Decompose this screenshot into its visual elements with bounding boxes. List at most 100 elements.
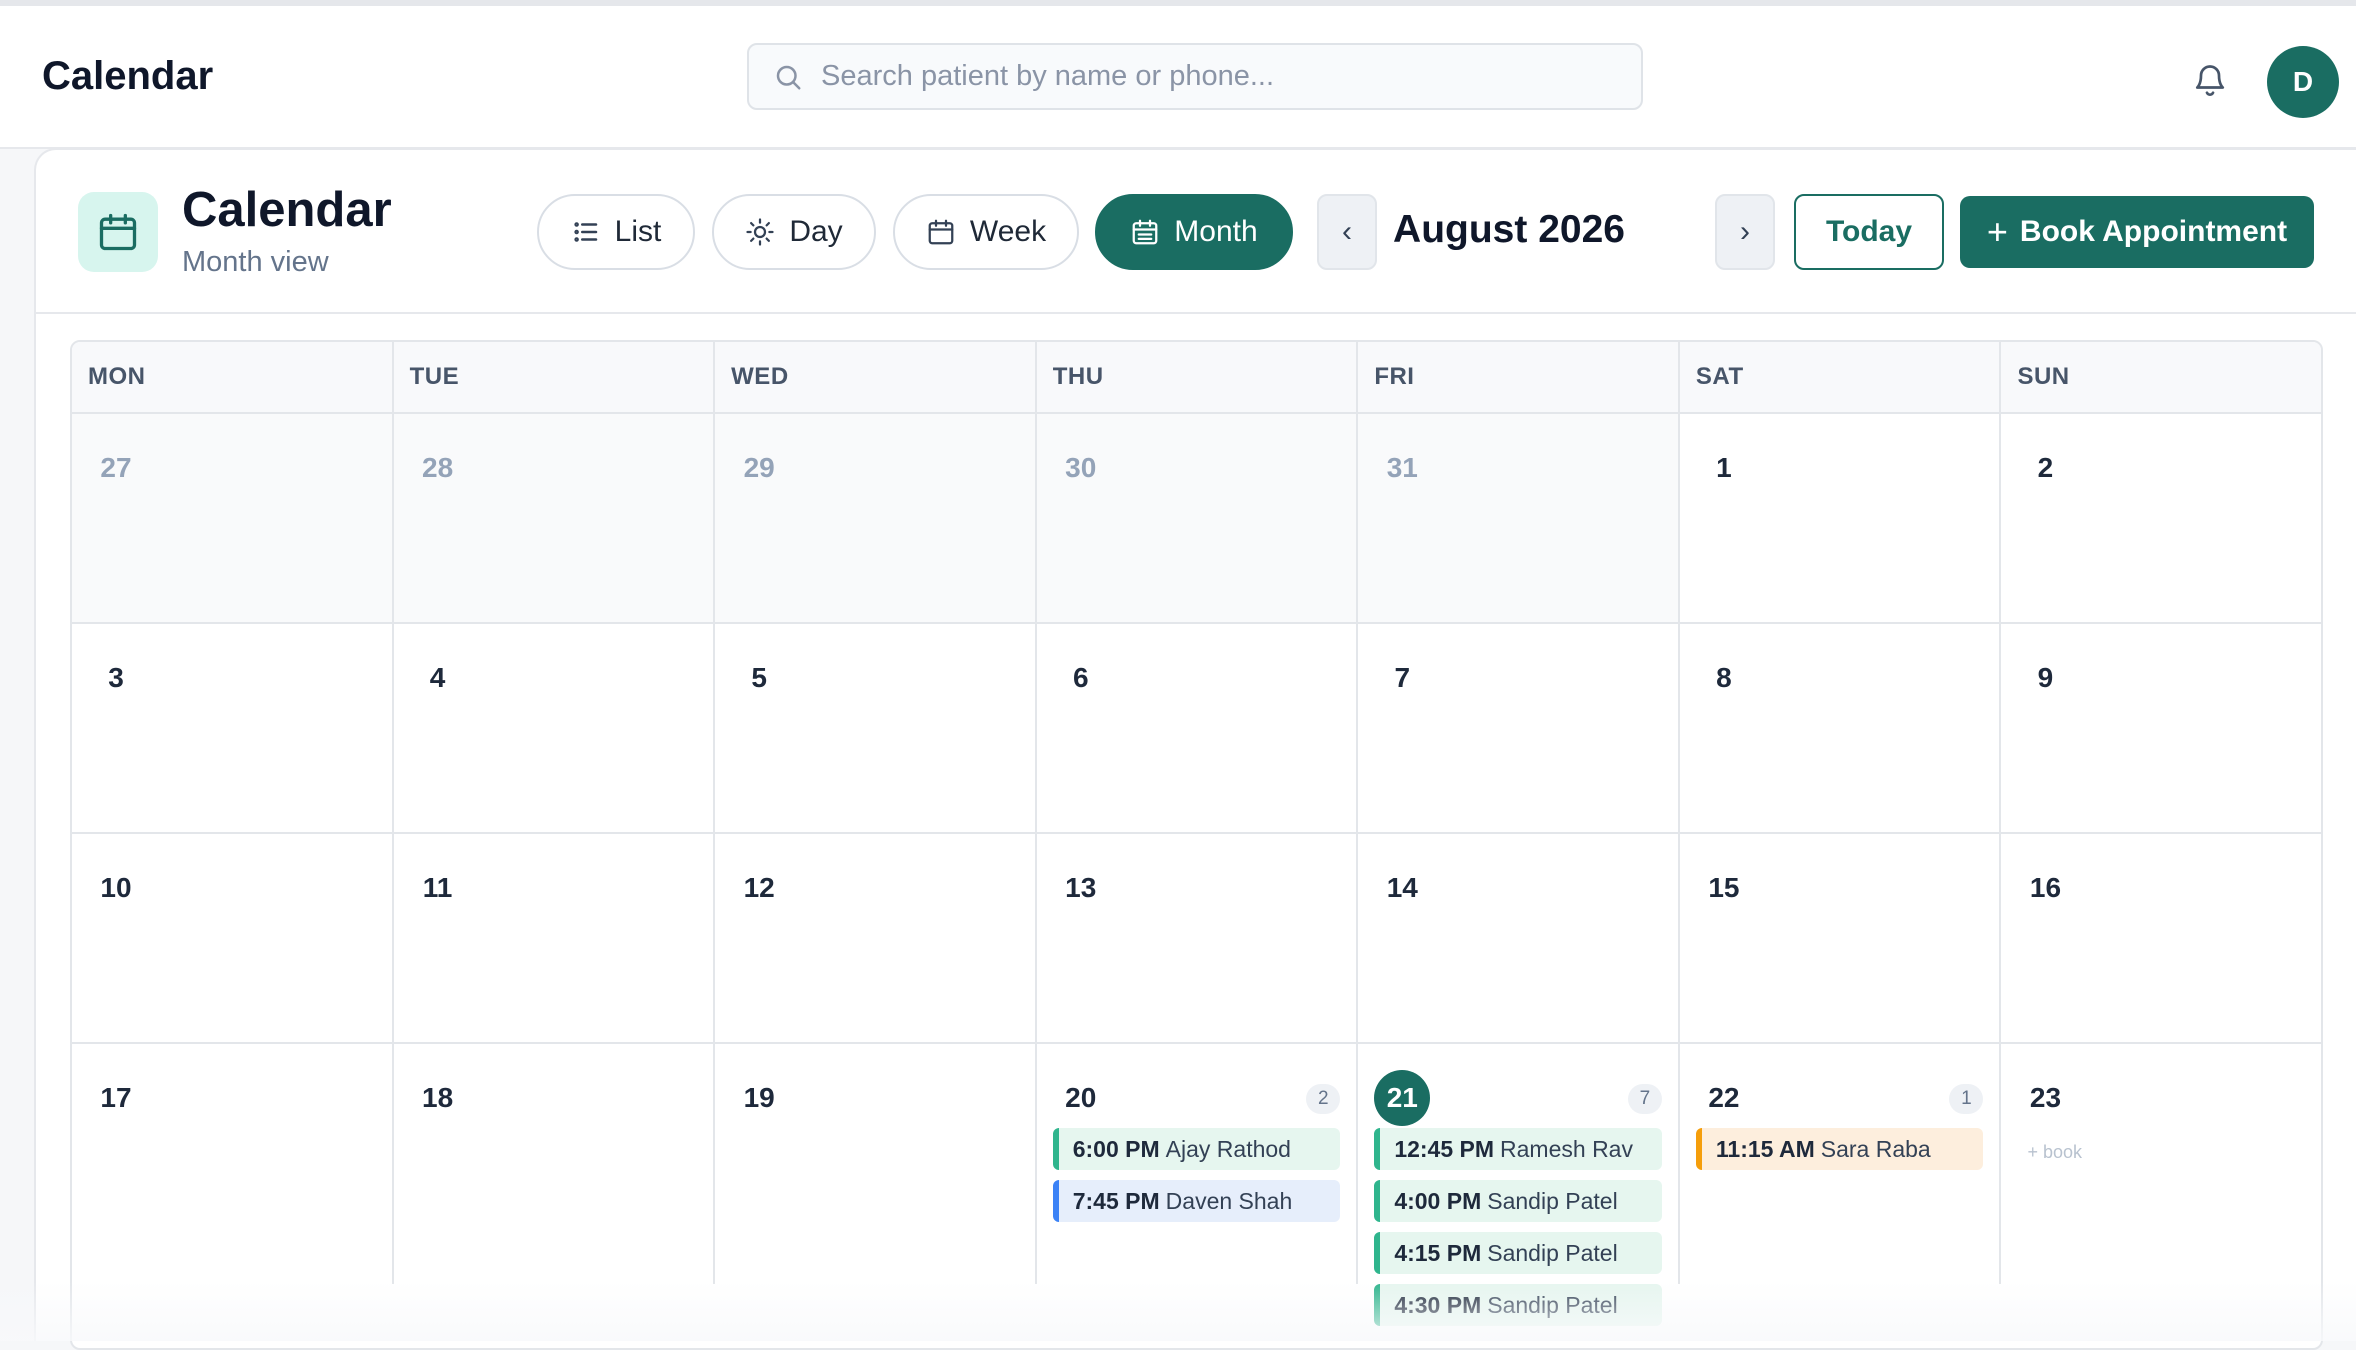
search-input[interactable] [821, 60, 1601, 93]
appointment-chip[interactable]: 7:45 PMDaven Shah [1053, 1180, 1341, 1222]
current-month-label: August 2026 [1386, 208, 1632, 252]
day-number: 17 [88, 1070, 144, 1126]
day-cell[interactable]: 19 [715, 1044, 1037, 1284]
plus-icon: + [1987, 211, 2008, 253]
day-number: 23 [2017, 1070, 2073, 1126]
weekday-label: FRI [1358, 342, 1680, 412]
user-avatar[interactable]: D [2267, 46, 2339, 118]
top-bar: Calendar D [0, 6, 2356, 149]
day-cell[interactable]: 12 [715, 834, 1037, 1042]
book-appointment-button[interactable]: + Book Appointment [1960, 196, 2314, 268]
day-cell[interactable]: 10 [72, 834, 394, 1042]
appointment-patient: Sandip Patel [1487, 1292, 1617, 1319]
view-week-label: Week [970, 215, 1046, 249]
appointment-time: 4:30 PM [1394, 1292, 1481, 1319]
appointment-chip[interactable]: 4:15 PMSandip Patel [1374, 1232, 1662, 1274]
day-cell[interactable]: 4 [394, 624, 716, 832]
day-number: 6 [1053, 650, 1109, 706]
appointment-chip[interactable]: 4:30 PMSandip Patel [1374, 1284, 1662, 1326]
calendar-icon [926, 217, 956, 247]
search-box[interactable] [747, 43, 1643, 110]
day-cell[interactable]: 31 [1358, 414, 1680, 622]
day-cell[interactable]: 20 2 6:00 PMAjay Rathod 7:45 PMDaven Shah [1037, 1044, 1359, 1284]
view-day-button[interactable]: Day [712, 194, 876, 270]
chevron-left-icon: ‹ [1342, 215, 1352, 249]
appointment-patient: Sara Raba [1821, 1136, 1931, 1163]
view-week-button[interactable]: Week [893, 194, 1079, 270]
day-number: 20 [1053, 1070, 1109, 1126]
day-cell[interactable]: 15 [1680, 834, 2002, 1042]
day-cell[interactable]: 5 [715, 624, 1037, 832]
appointment-patient: Ramesh Rav [1500, 1136, 1633, 1163]
day-number: 29 [731, 440, 787, 496]
chevron-right-icon: › [1740, 215, 1750, 249]
day-number: 2 [2017, 440, 2073, 496]
day-number: 16 [2017, 860, 2073, 916]
appointment-time: 4:00 PM [1394, 1188, 1481, 1215]
appointment-time: 4:15 PM [1394, 1240, 1481, 1267]
day-cell[interactable]: 27 [72, 414, 394, 622]
today-button[interactable]: Today [1794, 194, 1944, 270]
next-month-button[interactable]: › [1715, 194, 1775, 270]
bell-icon[interactable] [2192, 60, 2228, 100]
day-cell[interactable]: 9 [2001, 624, 2321, 832]
day-number: 3 [88, 650, 144, 706]
appointment-chip[interactable]: 6:00 PMAjay Rathod [1053, 1128, 1341, 1170]
day-cell[interactable]: 17 [72, 1044, 394, 1284]
appointment-chip[interactable]: 11:15 AMSara Raba [1696, 1128, 1984, 1170]
day-number: 19 [731, 1070, 787, 1126]
day-cell[interactable]: 22111:15 AMSara Raba [1680, 1044, 2002, 1284]
day-number: 14 [1374, 860, 1430, 916]
day-cell[interactable]: 14 [1358, 834, 1680, 1042]
view-list-button[interactable]: List [537, 194, 695, 270]
day-cell[interactable]: 30 [1037, 414, 1359, 622]
appointment-time: 7:45 PM [1073, 1188, 1160, 1215]
appointment-time: 6:00 PM [1073, 1136, 1160, 1163]
prev-month-button[interactable]: ‹ [1317, 194, 1377, 270]
sun-icon [745, 217, 775, 247]
day-cell[interactable]: 23 + book [2001, 1044, 2321, 1284]
day-cell[interactable]: 6 [1037, 624, 1359, 832]
calendar-grid-icon [1130, 217, 1160, 247]
day-cell[interactable]: 2 [2001, 414, 2321, 622]
day-number: 31 [1374, 440, 1430, 496]
search-icon [773, 62, 803, 92]
appointment-patient: Sandip Patel [1487, 1188, 1617, 1215]
page-title: Calendar [182, 182, 392, 238]
day-cell[interactable]: 29 [715, 414, 1037, 622]
week-row: 10 11 1213 14 15 16 [72, 834, 2321, 1044]
day-cell[interactable]: 7 [1358, 624, 1680, 832]
calendar-badge [78, 192, 158, 272]
list-icon [571, 217, 601, 247]
day-number: 9 [2017, 650, 2073, 706]
day-number: 11 [410, 860, 466, 916]
week-row: 27 28 29 30 31 1 2 [72, 414, 2321, 624]
day-cell[interactable]: 28 [394, 414, 716, 622]
day-cell[interactable]: 8 [1680, 624, 2002, 832]
appointment-count-badge: 2 [1306, 1084, 1340, 1114]
appointment-chip[interactable]: 4:00 PMSandip Patel [1374, 1180, 1662, 1222]
weekday-label: SAT [1680, 342, 2002, 412]
week-row: 17 18 19 20 2 6:00 PMAjay Rathod 7:45 PMDaven … [72, 1044, 2321, 1284]
day-number: 7 [1374, 650, 1430, 706]
view-month-label: Month [1174, 215, 1257, 249]
day-number: 1 [1696, 440, 1752, 496]
day-cell[interactable]: 11 [394, 834, 716, 1042]
day-cell[interactable]: 21712:45 PMRamesh Rav4:00 PMSandip Patel… [1358, 1044, 1680, 1284]
appointment-time: 11:15 AM [1716, 1136, 1815, 1163]
appointment-chip[interactable]: 12:45 PMRamesh Rav [1374, 1128, 1662, 1170]
appointment-count-badge: 7 [1628, 1084, 1662, 1114]
quick-book-link[interactable]: + book [2027, 1142, 2082, 1163]
day-cell[interactable]: 13 [1037, 834, 1359, 1042]
weekday-label: SUN [2001, 342, 2321, 412]
weekday-header-row: MONTUEWEDTHUFRISATSUN [72, 342, 2321, 414]
week-row: 3 456 7 89 [72, 624, 2321, 834]
view-month-button[interactable]: Month [1095, 194, 1293, 270]
book-appointment-label: Book Appointment [2020, 215, 2287, 249]
day-cell[interactable]: 18 [394, 1044, 716, 1284]
weekday-label: WED [715, 342, 1037, 412]
day-cell[interactable]: 3 [72, 624, 394, 832]
day-cell[interactable]: 1 [1680, 414, 2002, 622]
day-cell[interactable]: 16 [2001, 834, 2321, 1042]
day-number: 28 [410, 440, 466, 496]
